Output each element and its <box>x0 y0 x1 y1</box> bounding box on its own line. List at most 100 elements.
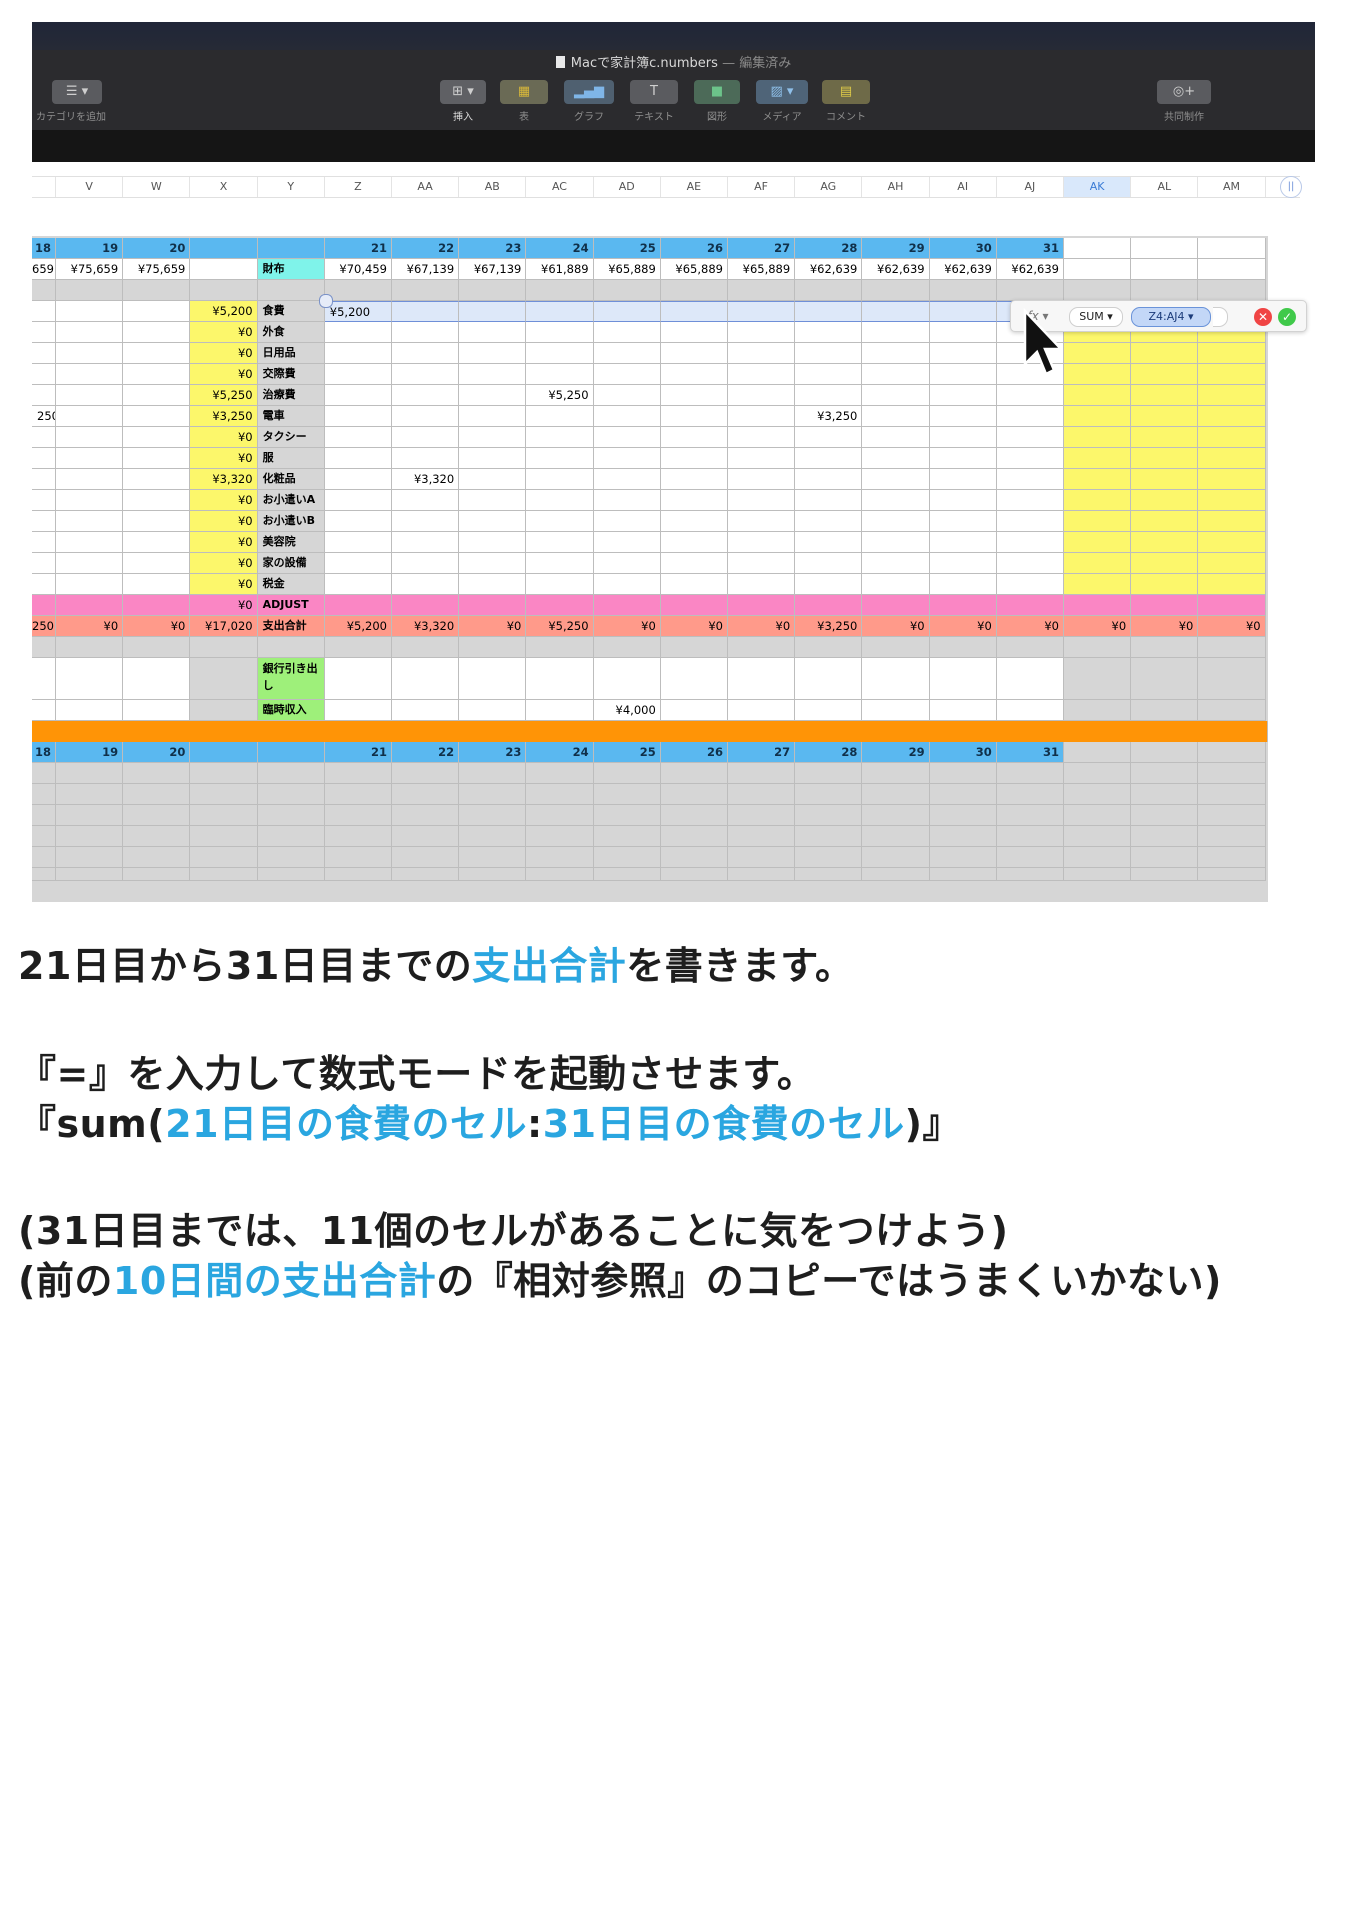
column-header-am[interactable]: AM <box>1198 177 1266 197</box>
empty-cell[interactable] <box>56 532 124 553</box>
day-cell[interactable] <box>660 658 728 700</box>
day-cell[interactable] <box>660 427 728 448</box>
empty-cell[interactable] <box>1131 259 1199 280</box>
expense-value[interactable]: ¥0 <box>1064 616 1132 637</box>
adjust-cell[interactable] <box>593 595 661 616</box>
adjust-total[interactable]: ¥0 <box>190 595 258 616</box>
expense-value[interactable]: ¥0 <box>728 616 796 637</box>
day-cell[interactable] <box>862 700 930 721</box>
day-cell[interactable] <box>593 322 661 343</box>
expense-value[interactable]: ¥0 <box>459 616 527 637</box>
column-header-ah[interactable]: AH <box>862 177 930 197</box>
day-cell[interactable] <box>728 490 796 511</box>
empty-cell[interactable] <box>123 448 191 469</box>
day-number[interactable]: 26 <box>660 742 728 763</box>
empty-cell[interactable] <box>123 700 191 721</box>
adjust-cell[interactable] <box>1064 595 1132 616</box>
summary-cell[interactable] <box>1198 448 1266 469</box>
day-cell[interactable] <box>728 322 796 343</box>
day-cell[interactable] <box>996 490 1064 511</box>
summary-cell[interactable] <box>1064 406 1132 427</box>
wallet-value[interactable]: 659 <box>32 259 56 280</box>
category-total[interactable]: ¥0 <box>190 532 258 553</box>
day-cell[interactable] <box>996 553 1064 574</box>
empty-cell[interactable] <box>32 658 56 700</box>
summary-cell[interactable] <box>1131 448 1199 469</box>
day-header-cell[interactable] <box>257 238 325 259</box>
day-cell[interactable] <box>862 532 930 553</box>
day-cell[interactable] <box>795 658 863 700</box>
empty-cell[interactable] <box>123 658 191 700</box>
empty-cell[interactable] <box>123 553 191 574</box>
category-total[interactable]: ¥0 <box>190 364 258 385</box>
day-cell[interactable] <box>929 322 997 343</box>
day-cell[interactable] <box>392 385 460 406</box>
day-cell[interactable] <box>728 343 796 364</box>
day-cell[interactable] <box>392 301 460 322</box>
day-cell[interactable] <box>996 406 1064 427</box>
day-number[interactable]: 21 <box>324 742 392 763</box>
cosmetics-aa-value[interactable]: ¥3,320 <box>392 469 460 490</box>
summary-cell[interactable] <box>1131 364 1199 385</box>
day-cell[interactable] <box>660 322 728 343</box>
day-cell[interactable] <box>795 490 863 511</box>
day-cell[interactable] <box>795 343 863 364</box>
summary-cell[interactable] <box>1131 490 1199 511</box>
day-cell[interactable] <box>324 322 392 343</box>
day-cell[interactable] <box>324 658 392 700</box>
summary-cell[interactable] <box>1198 406 1266 427</box>
empty-cell[interactable] <box>1198 259 1266 280</box>
summary-cell[interactable] <box>1064 427 1132 448</box>
day-cell[interactable] <box>728 700 796 721</box>
day-cell[interactable] <box>392 658 460 700</box>
category-total[interactable]: ¥0 <box>190 448 258 469</box>
empty-cell[interactable] <box>32 322 56 343</box>
day-number[interactable]: 21 <box>324 238 392 259</box>
day-cell[interactable] <box>459 343 527 364</box>
day-cell[interactable] <box>526 490 594 511</box>
day-number[interactable]: 20 <box>123 238 191 259</box>
empty-cell[interactable] <box>123 427 191 448</box>
day-cell[interactable] <box>795 532 863 553</box>
empty-cell[interactable] <box>56 553 124 574</box>
day-cell[interactable] <box>459 490 527 511</box>
day-cell[interactable] <box>929 385 997 406</box>
day-cell[interactable] <box>728 448 796 469</box>
category-total[interactable]: ¥5,200 <box>190 301 258 322</box>
column-header-partial[interactable] <box>32 177 56 197</box>
day-cell[interactable] <box>929 301 997 322</box>
adjust-cell[interactable] <box>526 595 594 616</box>
summary-cell[interactable] <box>1064 553 1132 574</box>
empty-cell[interactable] <box>123 385 191 406</box>
expense-value[interactable]: 250 <box>32 616 56 637</box>
empty-cell[interactable] <box>56 406 124 427</box>
expense-value[interactable]: ¥0 <box>929 616 997 637</box>
day-cell[interactable] <box>795 427 863 448</box>
empty-cell[interactable] <box>32 427 56 448</box>
day-cell[interactable] <box>660 553 728 574</box>
summary-cell[interactable] <box>1064 511 1132 532</box>
treatment-ac-value[interactable]: ¥5,250 <box>526 385 594 406</box>
train-ag-value[interactable]: ¥3,250 <box>795 406 863 427</box>
summary-cell[interactable] <box>1131 427 1199 448</box>
empty-cell[interactable] <box>56 490 124 511</box>
day-cell[interactable] <box>795 301 863 322</box>
wallet-value[interactable]: ¥62,639 <box>929 259 997 280</box>
empty-cell[interactable] <box>123 532 191 553</box>
wallet-value[interactable]: ¥70,459 <box>324 259 392 280</box>
expense-value[interactable]: ¥0 <box>1131 616 1199 637</box>
day-cell[interactable] <box>929 532 997 553</box>
day-cell[interactable] <box>660 364 728 385</box>
day-number[interactable]: 27 <box>728 742 796 763</box>
empty-cell[interactable] <box>56 658 124 700</box>
day-cell[interactable] <box>526 448 594 469</box>
adjust-cell[interactable] <box>728 595 796 616</box>
day-cell[interactable] <box>929 427 997 448</box>
day-cell[interactable] <box>459 364 527 385</box>
empty-cell[interactable] <box>123 301 191 322</box>
day-cell[interactable] <box>392 574 460 595</box>
day-cell[interactable] <box>660 490 728 511</box>
expense-value[interactable]: ¥3,250 <box>795 616 863 637</box>
adjust-cell[interactable] <box>123 595 191 616</box>
day-cell[interactable] <box>526 511 594 532</box>
